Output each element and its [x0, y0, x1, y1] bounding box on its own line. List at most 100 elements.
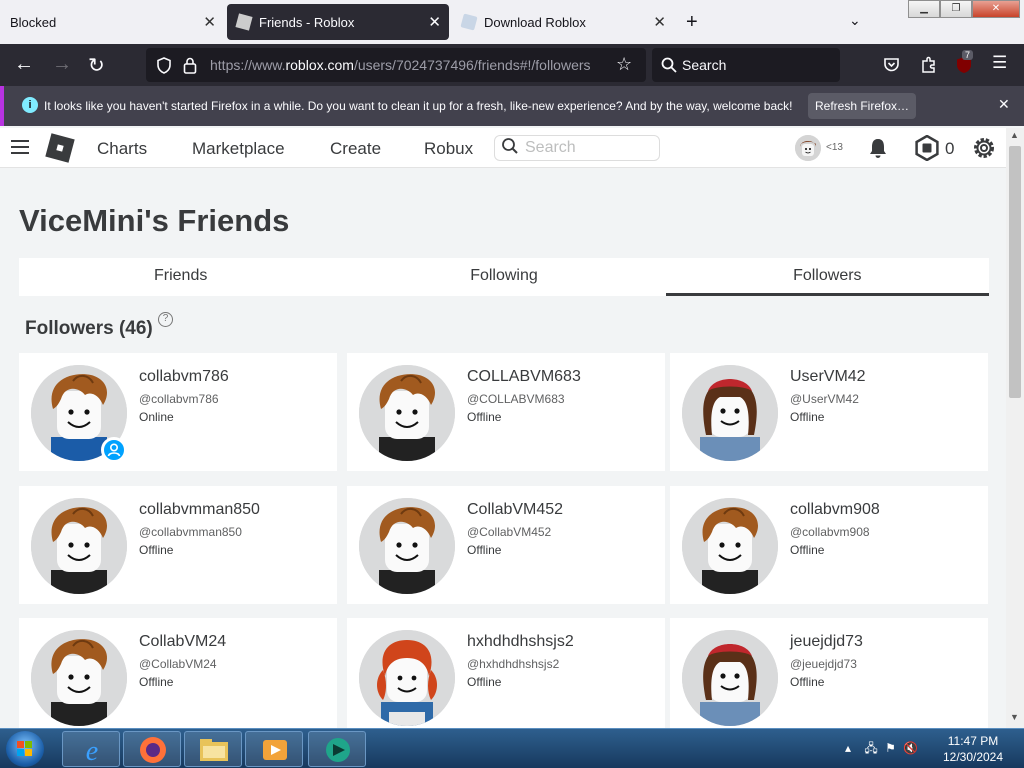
- show-hidden-icons-icon[interactable]: ▴: [845, 741, 851, 755]
- avatar[interactable]: [682, 498, 778, 594]
- scroll-down-icon[interactable]: ▼: [1010, 712, 1019, 722]
- follower-name[interactable]: COLLABVM683: [467, 368, 581, 386]
- bell-icon[interactable]: [866, 136, 890, 160]
- pocket-icon[interactable]: [883, 56, 900, 73]
- follower-name[interactable]: collabvm786: [139, 368, 229, 386]
- file-explorer-icon[interactable]: [184, 731, 242, 767]
- tab-label: Blocked: [10, 14, 57, 30]
- tab-label: Download Roblox: [484, 14, 586, 30]
- roblox-logo-icon[interactable]: [45, 133, 75, 163]
- browser-tab-friends-roblox[interactable]: Friends - Roblox ✕: [227, 4, 449, 40]
- gear-icon[interactable]: [971, 135, 997, 161]
- tab-followers[interactable]: Followers: [665, 258, 989, 296]
- avatar[interactable]: [682, 630, 778, 726]
- follower-name[interactable]: hxhdhdhshsjs2: [467, 633, 574, 651]
- avatar[interactable]: [795, 135, 821, 161]
- network-icon[interactable]: 🖧: [864, 741, 877, 755]
- nav-create[interactable]: Create: [330, 139, 381, 159]
- robux-icon[interactable]: [914, 135, 940, 161]
- new-tab-plus-icon[interactable]: +: [686, 11, 698, 34]
- follower-name[interactable]: UserVM42: [790, 368, 866, 386]
- follower-handle: @COLLABVM683: [467, 392, 565, 406]
- page-title: ViceMini's Friends: [19, 203, 290, 238]
- reload-icon[interactable]: ↻: [88, 53, 105, 78]
- avatar[interactable]: [359, 630, 455, 726]
- roblox-header: Charts Marketplace Create Robux <13 0: [0, 128, 1006, 168]
- follower-name[interactable]: CollabVM452: [467, 501, 563, 519]
- nav-marketplace[interactable]: Marketplace: [192, 139, 285, 159]
- follower-card[interactable]: collabvmman850 @collabvmman850 Offline: [19, 486, 337, 604]
- tab-following[interactable]: Following: [342, 258, 665, 296]
- follower-name[interactable]: collabvm908: [790, 501, 880, 519]
- follower-card[interactable]: collabvm908 @collabvm908 Offline: [670, 486, 988, 604]
- follower-name[interactable]: CollabVM24: [139, 633, 226, 651]
- extensions-puzzle-icon[interactable]: [920, 56, 937, 73]
- online-presence-icon: [101, 437, 127, 463]
- follower-name[interactable]: collabvmman850: [139, 501, 260, 519]
- lock-icon[interactable]: [183, 57, 197, 74]
- shield-icon[interactable]: [156, 57, 172, 74]
- media-player-icon[interactable]: [245, 731, 303, 767]
- nav-robux[interactable]: Robux: [424, 139, 473, 159]
- windows-taskbar: e ▴ 🖧 ⚑ 🔇 11:47 PM 12/30/2024: [0, 728, 1024, 768]
- follower-card[interactable]: collabvm786 @collabvm786 Online: [19, 353, 337, 471]
- follower-status: Offline: [790, 543, 825, 557]
- browser-tab-download-roblox[interactable]: Download Roblox ✕: [452, 4, 674, 40]
- nav-charts[interactable]: Charts: [97, 139, 147, 159]
- close-icon[interactable]: ✕: [653, 13, 666, 31]
- follower-status: Offline: [467, 543, 502, 557]
- follower-card[interactable]: CollabVM452 @CollabVM452 Offline: [347, 486, 665, 604]
- back-arrow-icon[interactable]: ←: [14, 53, 34, 76]
- bookmark-star-icon[interactable]: ☆: [616, 54, 632, 75]
- navigation-toolbar: ← → ↻ https://www.roblox.com/users/70247…: [0, 44, 1024, 86]
- extension-badge: 7: [962, 50, 974, 60]
- url-bar[interactable]: https://www.roblox.com/users/7024737496/…: [146, 48, 646, 82]
- maximize-icon[interactable]: ❐: [940, 0, 972, 18]
- follower-status: Offline: [790, 675, 825, 689]
- tab-friends[interactable]: Friends: [19, 258, 342, 296]
- follower-card[interactable]: jeuejdjd73 @jeuejdjd73 Offline: [670, 618, 988, 728]
- internet-explorer-icon[interactable]: e: [62, 731, 120, 767]
- robux-balance[interactable]: 0: [945, 139, 954, 159]
- follower-handle: @collabvm786: [139, 392, 219, 406]
- scroll-up-icon[interactable]: ▲: [1010, 130, 1019, 140]
- window-close-icon[interactable]: ✕: [972, 0, 1020, 18]
- start-button-icon[interactable]: [6, 731, 44, 767]
- browser-search-bar[interactable]: Search: [652, 48, 840, 82]
- close-icon[interactable]: ✕: [203, 13, 216, 31]
- hamburger-menu-icon[interactable]: [11, 140, 29, 154]
- search-input[interactable]: [525, 139, 645, 157]
- follower-card[interactable]: COLLABVM683 @COLLABVM683 Offline: [347, 353, 665, 471]
- refresh-firefox-button[interactable]: Refresh Firefox…: [808, 93, 916, 119]
- avatar[interactable]: [31, 630, 127, 726]
- svg-text:e: e: [86, 736, 98, 767]
- avatar[interactable]: [682, 365, 778, 461]
- chevron-down-icon[interactable]: ⌄: [849, 12, 861, 29]
- follower-card[interactable]: hxhdhdhshsjs2 @hxhdhdhshsjs2 Offline: [347, 618, 665, 728]
- forward-arrow-icon[interactable]: →: [52, 53, 72, 76]
- close-icon[interactable]: ✕: [428, 13, 441, 31]
- minimize-icon[interactable]: ▁: [908, 0, 940, 18]
- follower-status: Offline: [139, 675, 174, 689]
- hamburger-menu-icon[interactable]: ☰: [992, 53, 1007, 73]
- follower-handle: @CollabVM452: [467, 525, 552, 539]
- taskbar-clock[interactable]: 11:47 PM 12/30/2024: [940, 733, 1006, 765]
- flag-icon[interactable]: ⚑: [885, 741, 896, 755]
- follower-card[interactable]: UserVM42 @UserVM42 Offline: [670, 353, 988, 471]
- section-title: Followers (46): [25, 318, 153, 339]
- help-icon[interactable]: ?: [158, 312, 173, 327]
- avatar[interactable]: [31, 498, 127, 594]
- follower-card[interactable]: CollabVM24 @CollabVM24 Offline: [19, 618, 337, 728]
- page-scrollbar[interactable]: ▲ ▼: [1006, 128, 1024, 728]
- firefox-icon[interactable]: [123, 731, 181, 767]
- window-controls: ▁ ❐ ✕: [908, 0, 1020, 18]
- app-teal-icon[interactable]: [308, 731, 366, 767]
- browser-tab-blocked[interactable]: Blocked ✕: [0, 4, 224, 40]
- scroll-thumb[interactable]: [1009, 146, 1021, 398]
- avatar[interactable]: [359, 498, 455, 594]
- volume-muted-icon[interactable]: 🔇: [903, 741, 918, 755]
- follower-name[interactable]: jeuejdjd73: [790, 633, 863, 651]
- avatar[interactable]: [359, 365, 455, 461]
- close-icon[interactable]: ✕: [998, 96, 1010, 113]
- url-text: https://www.roblox.com/users/7024737496/…: [210, 57, 591, 73]
